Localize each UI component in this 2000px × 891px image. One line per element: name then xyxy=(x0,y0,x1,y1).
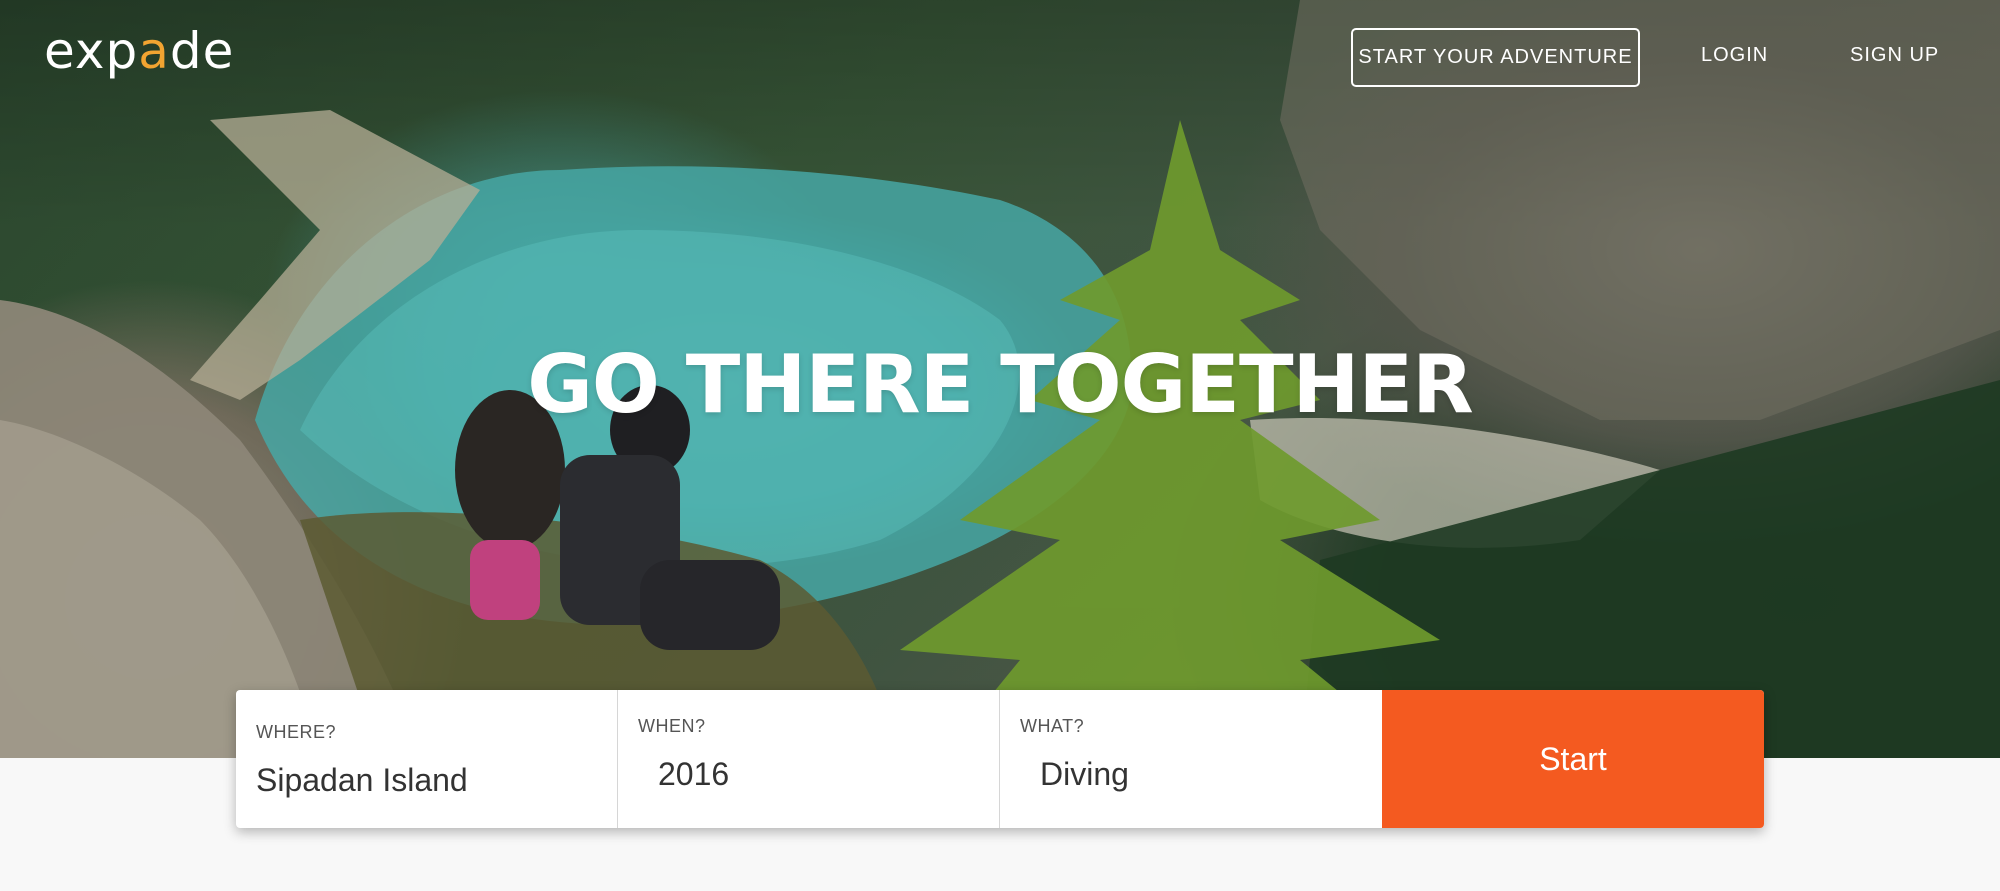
when-input[interactable] xyxy=(658,756,988,793)
hero-banner: expade START YOUR ADVENTURE LOGIN SIGN U… xyxy=(0,0,2000,758)
where-label: WHERE? xyxy=(256,722,337,742)
what-label: WHAT? xyxy=(1020,716,1085,736)
logo-text-prefix: exp xyxy=(44,22,139,80)
when-field[interactable]: WHEN? xyxy=(618,690,1000,828)
where-input[interactable] xyxy=(256,762,586,799)
what-input[interactable] xyxy=(1040,756,1370,793)
start-button[interactable]: Start xyxy=(1382,690,1764,828)
hero-headline: GO THERE TOGETHER xyxy=(527,338,1473,431)
what-field[interactable]: WHAT? xyxy=(1000,690,1382,828)
where-field[interactable]: WHERE? xyxy=(236,690,618,828)
login-link[interactable]: LOGIN xyxy=(1701,44,1768,67)
when-label: WHEN? xyxy=(638,716,706,736)
trip-search-bar: WHERE? WHEN? WHAT? Start xyxy=(236,690,1764,828)
logo-text-suffix: de xyxy=(169,22,235,80)
start-adventure-button[interactable]: START YOUR ADVENTURE xyxy=(1351,28,1640,87)
brand-logo[interactable]: expade xyxy=(44,22,234,80)
logo-text-accent: a xyxy=(138,22,170,80)
signup-link[interactable]: SIGN UP xyxy=(1850,44,1939,67)
